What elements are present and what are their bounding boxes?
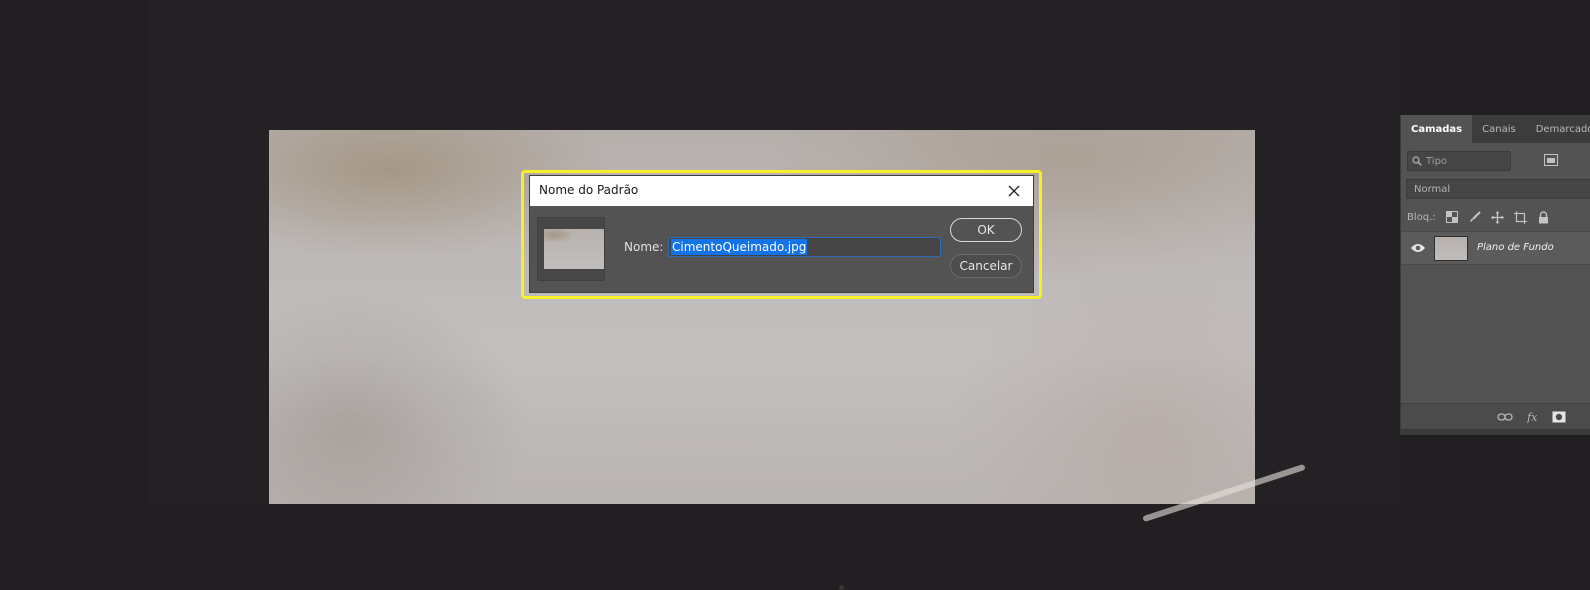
name-label: Nome: [624,240,664,254]
ok-button[interactable]: OK [950,218,1022,242]
eye-icon[interactable] [1410,242,1426,254]
lock-label: Bloq.: [1407,211,1436,223]
lock-transparent-pixels-icon[interactable] [1445,210,1459,224]
layer-row[interactable]: Plano de Fundo [1401,231,1590,265]
panel-bottom-strip [1401,429,1590,435]
tab-channels[interactable]: Canais [1472,115,1526,143]
blend-mode-select[interactable]: Normal [1406,179,1590,199]
mask-icon[interactable] [1551,410,1567,424]
move-icon[interactable] [1491,210,1505,224]
photoshop-workspace: Nome do Padrão Nome: CimentoQueimado.jpg… [0,0,1590,590]
brush-icon[interactable] [1468,210,1482,224]
pattern-name-value: CimentoQueimado.jpg [671,239,808,255]
pattern-preview [537,217,605,281]
layer-name: Plano de Fundo [1477,242,1554,253]
tab-layers[interactable]: Camadas [1401,115,1473,143]
panel-tabs: Camadas Canais Demarcado [1401,115,1590,143]
lock-row: Bloq.: [1407,208,1551,226]
artboard-icon[interactable] [1514,210,1528,224]
image-filter-icon[interactable] [1544,154,1558,166]
fx-icon[interactable]: fx [1525,410,1541,424]
pattern-name-dialog: Nome do Padrão Nome: CimentoQueimado.jpg… [530,176,1033,292]
layers-panel: Camadas Canais Demarcado Tipo Normal Blo… [1400,115,1590,435]
pattern-name-input[interactable]: CimentoQueimado.jpg [668,237,941,257]
layer-filter-search[interactable]: Tipo [1407,151,1511,171]
layers-panel-footer: fx [1401,403,1590,429]
cancel-button[interactable]: Cancelar [950,254,1022,278]
close-button[interactable] [1003,180,1025,202]
search-icon [1412,156,1422,166]
tab-paths[interactable]: Demarcado [1526,115,1590,143]
layer-thumbnail [1434,236,1468,261]
dialog-titlebar[interactable]: Nome do Padrão [530,176,1033,206]
search-placeholder: Tipo [1426,155,1448,167]
close-icon [1008,185,1020,197]
pattern-preview-image [544,229,604,269]
canvas-texture-speck [839,585,844,590]
lock-icon[interactable] [1537,210,1551,224]
dialog-title: Nome do Padrão [539,183,639,197]
svg-text:fx: fx [1526,411,1538,423]
link-icon[interactable] [1497,410,1513,424]
